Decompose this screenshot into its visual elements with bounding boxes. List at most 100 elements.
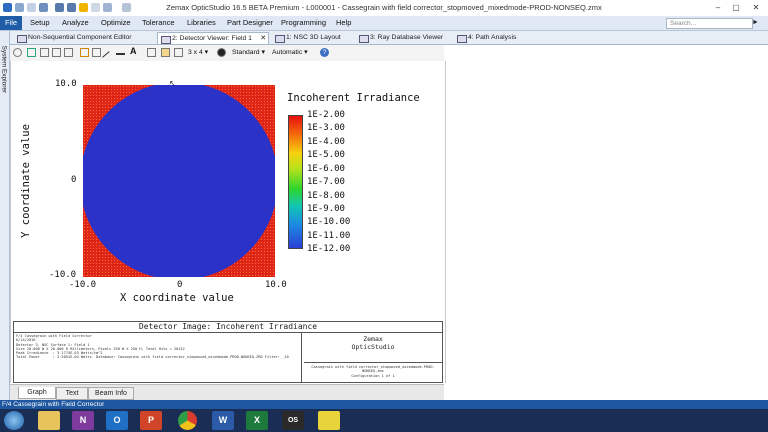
product-name: OpticStudio: [351, 343, 395, 351]
scale-label: 1E-7.00: [307, 177, 345, 187]
menu-programming[interactable]: Programming: [281, 18, 326, 27]
maximize-button[interactable]: ▢: [728, 2, 744, 13]
clock-icon[interactable]: [217, 48, 226, 57]
x-axis-label: X coordinate value: [120, 292, 234, 304]
onenote-icon[interactable]: N: [72, 411, 94, 430]
start-button-icon[interactable]: [4, 411, 24, 430]
chrome-icon[interactable]: [178, 411, 197, 430]
file-info: Cassegrain with field corrector_stopmove…: [304, 362, 442, 378]
tab-label: 2: Detector Viewer: Field 1: [172, 35, 252, 42]
scale-label: 1E-9.00: [307, 204, 345, 214]
detector-viewer-panel: ↖ 10.0 0 -10.0 -10.0 0 10.0 X coordinate…: [10, 61, 446, 383]
automatic-dropdown[interactable]: Automatic ▾: [272, 48, 308, 56]
lock-icon[interactable]: [147, 48, 156, 57]
mouse-cursor-icon: ↖: [169, 79, 176, 88]
pencil-icon[interactable]: [80, 48, 89, 57]
search-go-icon[interactable]: ►: [752, 19, 759, 26]
empty-workspace: [445, 45, 768, 383]
scale-label: 1E-4.00: [307, 137, 345, 147]
opticstudio-icon[interactable]: OS: [282, 411, 304, 430]
irradiance-plot[interactable]: [83, 85, 275, 277]
copy-icon[interactable]: [40, 48, 49, 57]
outlook-icon[interactable]: O: [106, 411, 128, 430]
tab-graph[interactable]: Graph: [18, 387, 56, 399]
scale-label: 1E-11.00: [307, 231, 351, 241]
menu-optimize[interactable]: Optimize: [101, 18, 131, 27]
tab-nsc-3d-layout[interactable]: 1: NSC 3D Layout: [272, 32, 354, 44]
tab-beam-info[interactable]: Beam Info: [88, 387, 134, 400]
scale-label: 1E-10.00: [307, 217, 351, 227]
x-tick-right: 10.0: [265, 280, 287, 290]
scale-label: 1E-3.00: [307, 123, 345, 133]
layout-icon: [275, 35, 285, 43]
menu-tolerance[interactable]: Tolerance: [142, 18, 175, 27]
tab-label: 3: Ray Database Viewer: [370, 34, 444, 41]
info-line: Total Power : 3.5051E-04 Watts Database:…: [16, 355, 289, 360]
tab-ray-database-viewer[interactable]: 3: Ray Database Viewer: [356, 32, 452, 44]
tab-path-analysis[interactable]: 4: Path Analysis: [454, 32, 534, 44]
standard-dropdown[interactable]: Standard ▾: [232, 48, 265, 56]
title-bar: Zemax OpticStudio 16.5 BETA Premium - L0…: [0, 0, 768, 17]
tab-label: Non-Sequential Component Editor: [28, 34, 132, 41]
y-tick-mid: 0: [71, 175, 77, 185]
tab-label: 1: NSC 3D Layout: [286, 34, 341, 41]
scale-label: 1E-6.00: [307, 164, 345, 174]
analysis-info-block: Detector Image: Incoherent Irradiance F/…: [13, 321, 443, 383]
menu-analyze[interactable]: Analyze: [62, 18, 89, 27]
minimize-button[interactable]: –: [710, 2, 726, 13]
excel-icon[interactable]: X: [246, 411, 268, 430]
window-title: Zemax OpticStudio 16.5 BETA Premium - L0…: [166, 3, 602, 12]
tab-nsc-editor[interactable]: Non-Sequential Component Editor: [14, 32, 149, 44]
scale-label: 1E-2.00: [307, 110, 345, 120]
rectangle-icon[interactable]: [92, 48, 101, 57]
save-icon[interactable]: [52, 48, 61, 57]
powerpoint-icon[interactable]: P: [140, 411, 162, 430]
help-icon[interactable]: ?: [320, 48, 329, 57]
print-icon[interactable]: [64, 48, 73, 57]
menu-setup[interactable]: Setup: [30, 18, 50, 27]
tab-detector-viewer[interactable]: 2: Detector Viewer: Field 1 ✕: [157, 32, 269, 44]
file-menu[interactable]: File: [0, 16, 22, 30]
plot-clip: [83, 85, 275, 277]
menu-libraries[interactable]: Libraries: [187, 18, 216, 27]
taskbar: N O P W X OS: [0, 409, 768, 432]
path-icon: [457, 35, 467, 43]
sticky-notes-icon[interactable]: [318, 411, 340, 430]
zoom-icon[interactable]: [161, 48, 170, 57]
tab-text[interactable]: Text: [56, 387, 88, 400]
configuration: Configuration 1 of 1: [351, 373, 395, 378]
editor-icon: [17, 35, 27, 43]
database-icon: [359, 35, 369, 43]
y-tick-top: 10.0: [55, 79, 77, 89]
file-name: Cassegrain with field corrector_stopmove…: [311, 365, 435, 374]
y-tick-bottom: -10.0: [49, 270, 77, 280]
x-tick-left: -10.0: [69, 280, 97, 290]
file-explorer-icon[interactable]: [38, 411, 60, 430]
view-tabs: Graph Text Beam Info: [10, 384, 444, 400]
tab-close-icon[interactable]: ✕: [260, 33, 266, 45]
search-input[interactable]: Search...: [666, 18, 753, 29]
viewer-toolbar: A 3 x 4 ▾ Standard ▾ Automatic ▾ ?: [10, 45, 444, 64]
close-button[interactable]: ✕: [748, 2, 764, 13]
detector-icon: [161, 36, 171, 44]
window-tabs: Non-Sequential Component Editor 2: Detec…: [10, 31, 768, 45]
window-icon[interactable]: [174, 48, 183, 57]
beam-footprint: [83, 85, 275, 277]
scale-label: 1E-12.00: [307, 244, 351, 254]
settings-dropdown-icon[interactable]: [13, 48, 22, 57]
colorbar-title: Incoherent Irradiance: [287, 92, 420, 104]
system-explorer-sidebar[interactable]: System Explorer: [0, 31, 10, 400]
menu-help[interactable]: Help: [336, 18, 351, 27]
tab-label: 4: Path Analysis: [468, 34, 517, 41]
system-explorer-label: System Explorer: [0, 45, 8, 94]
color-scale-bar: [288, 115, 303, 249]
scale-label: 1E-8.00: [307, 191, 345, 201]
grid-layout-dropdown[interactable]: 3 x 4 ▾: [188, 48, 208, 56]
company-name: Zemax: [363, 335, 383, 343]
menu-part-designer[interactable]: Part Designer: [227, 18, 273, 27]
info-company-box: Zemax OpticStudio Cassegrain with field …: [301, 332, 444, 382]
refresh-icon[interactable]: [27, 48, 36, 57]
status-bar: F/4 Cassegrain with Field Corrector: [0, 400, 768, 409]
text-icon[interactable]: A: [130, 46, 137, 56]
word-icon[interactable]: W: [212, 411, 234, 430]
